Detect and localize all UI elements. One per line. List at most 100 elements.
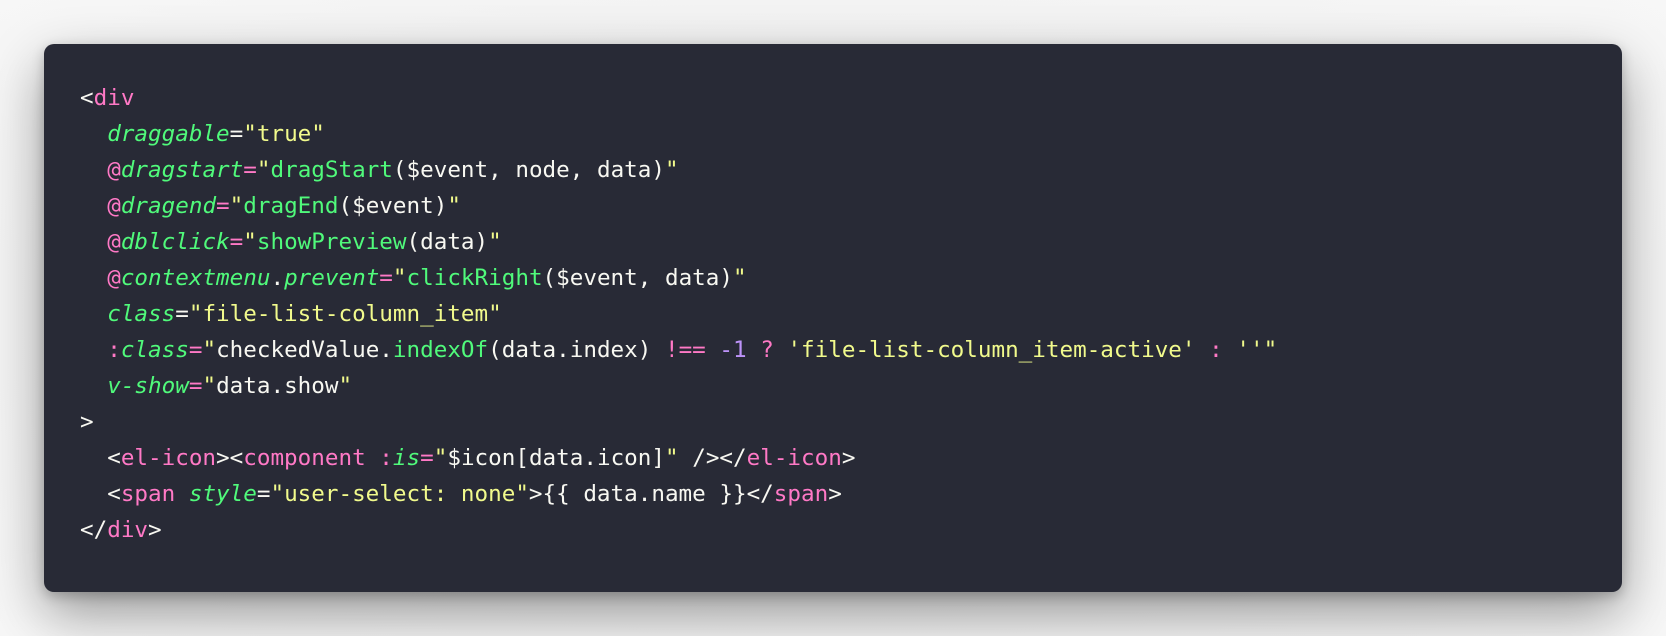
code-token-attr: class	[107, 301, 176, 327]
code-token-op: :	[1209, 337, 1223, 363]
code-token-punct: >	[80, 409, 94, 435]
code-token-fn: clickRight	[406, 265, 543, 291]
code-token-op: =	[188, 337, 203, 363]
code-token-str: "	[202, 337, 217, 363]
code-token-tag: div	[107, 517, 149, 543]
code-token-punct: ><	[216, 445, 244, 471]
code-block[interactable]: <div draggable="true" @dragstart="dragSt…	[80, 80, 1622, 548]
code-line: @dragstart="dragStart($event, node, data…	[80, 152, 1622, 188]
code-token-num: -1	[719, 337, 747, 363]
code-line: @dragend="dragEnd($event)"	[80, 188, 1622, 224]
code-token-mod: prevent	[284, 265, 380, 291]
code-token-attr: is	[392, 445, 421, 471]
code-token-op: =	[420, 445, 434, 471]
code-token-str: "	[488, 229, 502, 255]
code-line: <div	[80, 80, 1622, 116]
code-token-punct: >	[841, 445, 856, 471]
code-token-op: ?	[760, 337, 774, 363]
code-line: @contextmenu.prevent="clickRight($event,…	[80, 260, 1622, 296]
code-token-str: "	[256, 157, 271, 183]
code-token-punct: <	[80, 85, 94, 111]
code-token-punct: .	[270, 265, 285, 291]
code-token-fn: dragEnd	[243, 193, 339, 219]
code-line: :class="checkedValue.indexOf(data.index)…	[80, 332, 1622, 368]
code-token-plain: data.show	[216, 373, 339, 399]
code-token-str: "	[243, 229, 257, 255]
code-token-op: =	[243, 157, 257, 183]
code-token-attr: dragend	[120, 193, 217, 219]
code-line: </div>	[80, 512, 1622, 548]
code-token-op: =	[229, 229, 244, 255]
code-token-tag: span	[120, 481, 176, 507]
code-token-punct: >	[828, 481, 842, 507]
code-token-fn: dragStart	[270, 157, 393, 183]
code-token-plain: $icon[data.icon]	[447, 445, 665, 471]
code-line: >	[80, 404, 1622, 440]
code-line: class="file-list-column_item"	[80, 296, 1622, 332]
code-token-str: ''	[1236, 337, 1264, 363]
code-token-str: 'file-list-column_item-active'	[787, 337, 1196, 363]
code-token-attr: v-show	[107, 373, 189, 399]
code-token-at: @	[107, 157, 121, 183]
code-token-punct: <	[80, 445, 121, 471]
code-line: draggable="true"	[80, 116, 1622, 152]
code-token-attr: contextmenu	[120, 265, 271, 291]
code-token-attr: dblclick	[120, 229, 230, 255]
code-token-punct: =	[175, 301, 189, 327]
code-token-str: "	[392, 265, 407, 291]
code-block-window: <div draggable="true" @dragstart="dragSt…	[44, 44, 1622, 592]
code-token-at: @	[107, 229, 121, 255]
code-token-str: "	[202, 373, 217, 399]
code-token-tag: div	[93, 85, 135, 111]
code-token-str: "	[433, 445, 448, 471]
code-token-str: "user-select: none"	[270, 481, 529, 507]
code-token-punct: =	[229, 121, 244, 147]
code-token-plain: ($event)	[338, 193, 448, 219]
code-line: v-show="data.show"	[80, 368, 1622, 404]
code-token-attr: class	[120, 337, 189, 363]
code-token-fn: indexOf	[392, 337, 489, 363]
code-token-str: "	[665, 445, 679, 471]
code-token-punct: =	[256, 481, 271, 507]
code-token-attr: style	[188, 481, 257, 507]
code-token-plain: ($event, node, data)	[392, 157, 665, 183]
code-token-op: =	[188, 373, 203, 399]
code-token-plain: ($event, data)	[542, 265, 733, 291]
code-token-at: @	[107, 193, 121, 219]
code-token-at: @	[107, 265, 121, 291]
code-token-tag: el-icon	[120, 445, 217, 471]
code-token-str: "	[447, 193, 461, 219]
code-token-str: "true"	[243, 121, 325, 147]
code-token-punct: >	[148, 517, 162, 543]
code-token-op: =	[216, 193, 230, 219]
code-token-at: :	[107, 337, 121, 363]
code-token-attr: draggable	[107, 121, 230, 147]
code-line: <span style="user-select: none">{{ data.…	[80, 476, 1622, 512]
code-token-str: "	[1263, 337, 1278, 363]
code-token-str: "	[338, 373, 353, 399]
code-token-fn: showPreview	[256, 229, 407, 255]
code-line: <el-icon><component :is="$icon[data.icon…	[80, 440, 1622, 476]
code-token-punct: /></	[678, 445, 747, 471]
code-token-plain: checkedValue.	[216, 337, 393, 363]
code-token-str: "	[732, 265, 747, 291]
code-token-punct: >{{ data.name }}</	[528, 481, 774, 507]
code-token-punct: <	[80, 481, 121, 507]
code-token-tag: el-icon	[746, 445, 842, 471]
code-token-tag: component	[243, 445, 366, 471]
code-token-str: "	[664, 157, 679, 183]
